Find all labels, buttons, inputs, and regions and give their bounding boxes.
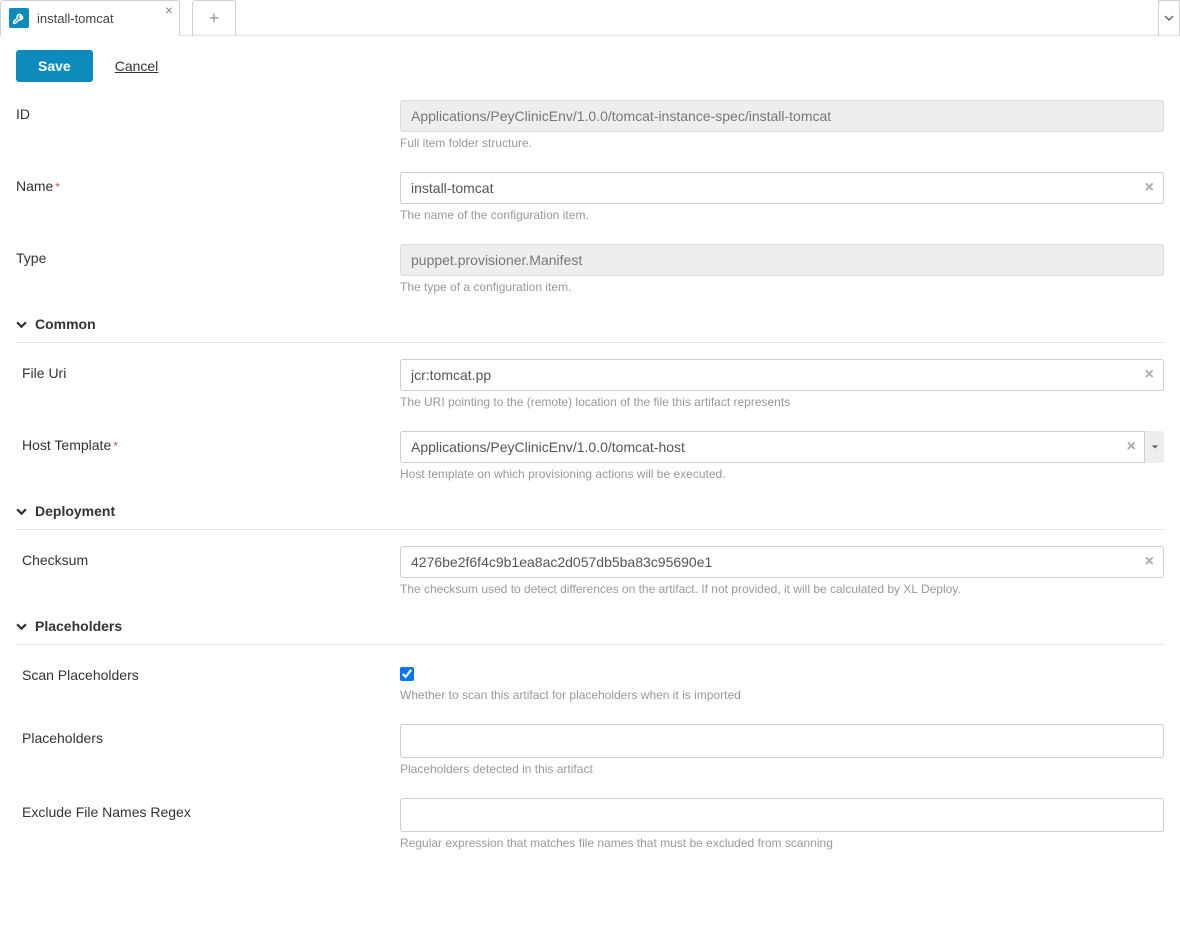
- label-type: Type: [16, 244, 400, 266]
- label-scan-placeholders: Scan Placeholders: [16, 661, 400, 683]
- help-id: Full item folder structure.: [400, 136, 1164, 150]
- wrench-icon: [9, 8, 29, 28]
- label-id: ID: [16, 100, 400, 122]
- add-tab-button[interactable]: +: [192, 0, 236, 36]
- chevron-down-icon: [16, 506, 27, 517]
- row-checksum: Checksum × The checksum used to detect d…: [16, 546, 1164, 596]
- name-input[interactable]: [400, 172, 1164, 204]
- row-id: ID Full item folder structure.: [16, 100, 1164, 150]
- label-placeholders: Placeholders: [16, 724, 400, 746]
- help-checksum: The checksum used to detect differences …: [400, 582, 1164, 596]
- section-common[interactable]: Common: [16, 316, 1164, 343]
- tab-bar: install-tomcat × +: [0, 0, 1180, 36]
- toolbar: Save Cancel: [0, 36, 1180, 100]
- id-input: [400, 100, 1164, 132]
- scan-placeholders-checkbox[interactable]: [400, 667, 414, 681]
- placeholders-input[interactable]: [400, 724, 1164, 758]
- row-exclude-regex: Exclude File Names Regex Regular express…: [16, 798, 1164, 850]
- tab-install-tomcat[interactable]: install-tomcat ×: [0, 0, 180, 36]
- label-name: Name*: [16, 172, 400, 194]
- checksum-input[interactable]: [400, 546, 1164, 578]
- file-uri-input[interactable]: [400, 359, 1164, 391]
- clear-icon[interactable]: ×: [1145, 179, 1154, 197]
- label-exclude-regex: Exclude File Names Regex: [16, 798, 400, 820]
- close-icon[interactable]: ×: [165, 3, 173, 17]
- row-file-uri: File Uri × The URI pointing to the (remo…: [16, 359, 1164, 409]
- row-scan-placeholders: Scan Placeholders Whether to scan this a…: [16, 661, 1164, 702]
- clear-icon[interactable]: ×: [1145, 553, 1154, 571]
- help-exclude-regex: Regular expression that matches file nam…: [400, 836, 1164, 850]
- row-host-template: Host Template* × Host template on which …: [16, 431, 1164, 481]
- section-deployment[interactable]: Deployment: [16, 503, 1164, 530]
- tab-title: install-tomcat: [37, 11, 114, 26]
- help-placeholders: Placeholders detected in this artifact: [400, 762, 1164, 776]
- help-type: The type of a configuration item.: [400, 280, 1164, 294]
- exclude-regex-input[interactable]: [400, 798, 1164, 832]
- chevron-down-icon: [16, 621, 27, 632]
- label-checksum: Checksum: [16, 546, 400, 568]
- type-input: [400, 244, 1164, 276]
- row-placeholders: Placeholders Placeholders detected in th…: [16, 724, 1164, 776]
- row-type: Type The type of a configuration item.: [16, 244, 1164, 294]
- host-template-input[interactable]: [400, 431, 1164, 463]
- help-host-template: Host template on which provisioning acti…: [400, 467, 1164, 481]
- row-name: Name* × The name of the configuration it…: [16, 172, 1164, 222]
- chevron-down-icon: [16, 319, 27, 330]
- dropdown-caret-icon[interactable]: [1144, 431, 1164, 463]
- label-file-uri: File Uri: [16, 359, 400, 381]
- cancel-link[interactable]: Cancel: [115, 58, 159, 74]
- help-file-uri: The URI pointing to the (remote) locatio…: [400, 395, 1164, 409]
- section-placeholders[interactable]: Placeholders: [16, 618, 1164, 645]
- label-host-template: Host Template*: [16, 431, 400, 453]
- tab-dropdown-button[interactable]: [1158, 0, 1180, 36]
- save-button[interactable]: Save: [16, 50, 93, 82]
- help-name: The name of the configuration item.: [400, 208, 1164, 222]
- clear-icon[interactable]: ×: [1127, 438, 1136, 456]
- help-scan-placeholders: Whether to scan this artifact for placeh…: [400, 688, 1164, 702]
- clear-icon[interactable]: ×: [1145, 366, 1154, 384]
